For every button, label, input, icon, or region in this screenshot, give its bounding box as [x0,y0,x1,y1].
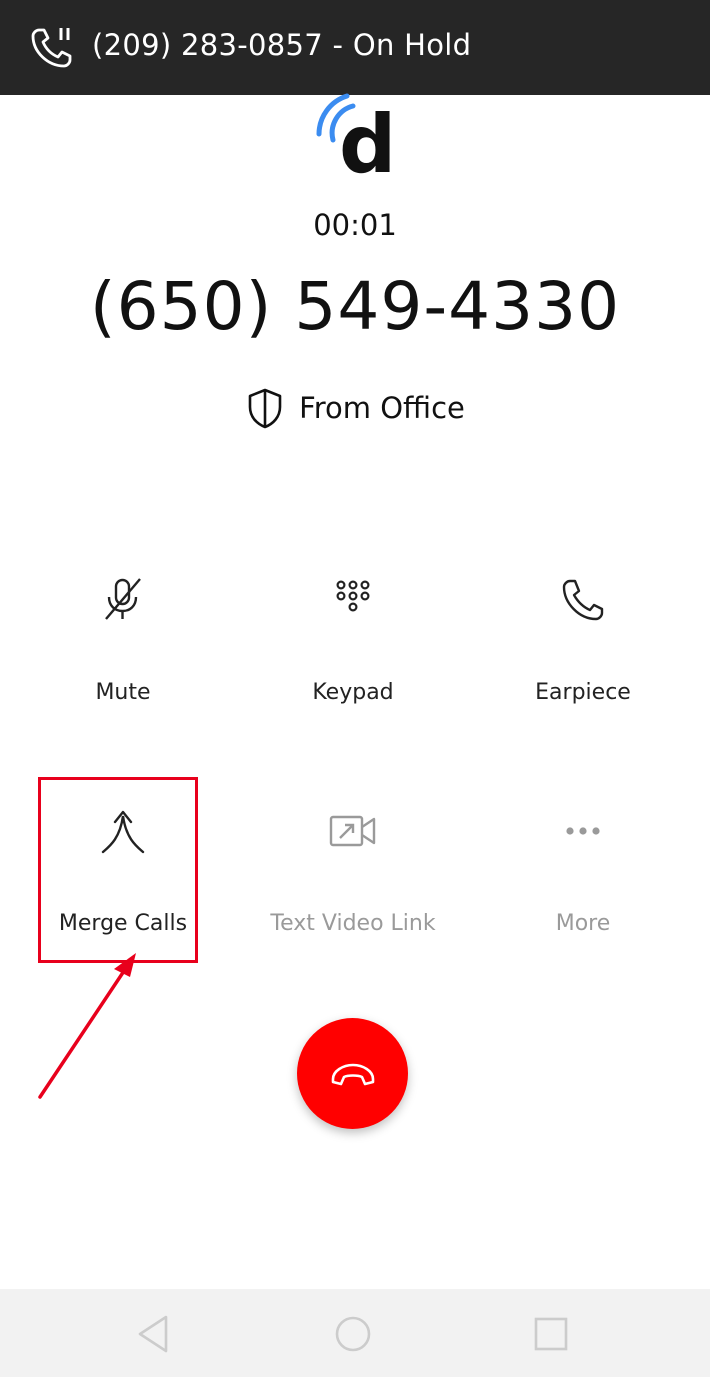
mute-button[interactable]: Mute [8,575,238,715]
shield-icon [248,388,282,429]
end-call-button[interactable] [297,1018,408,1129]
more-icon [566,827,600,835]
recents-icon[interactable] [526,1309,576,1359]
caller-number: (650) 549-4330 [89,268,621,345]
video-link-icon [329,815,376,847]
keypad-button[interactable]: Keypad [238,575,468,715]
source-label: From Office [299,391,465,425]
keypad-label: Keypad [312,680,394,705]
call-timer: 00:01 [313,208,397,242]
phone-hold-icon [31,28,72,68]
earpiece-button[interactable]: Earpiece [468,575,698,715]
keypad-icon [336,580,370,612]
text-video-link-button[interactable]: Text Video Link [238,806,468,946]
on-hold-banner[interactable]: (209) 283-0857 - On Hold [0,0,710,95]
more-label: More [555,911,611,936]
mute-label: Mute [95,680,151,705]
text-video-link-label: Text Video Link [270,911,436,936]
back-icon[interactable] [128,1309,178,1359]
annotation-arrow-icon [38,953,136,1099]
logo-letter: d [339,98,396,180]
earpiece-label: Earpiece [535,680,631,705]
home-icon[interactable] [328,1309,378,1359]
hang-up-icon [331,1063,374,1085]
system-nav-bar [0,1289,710,1377]
on-hold-text: (209) 283-0857 - On Hold [92,28,472,62]
merge-calls-highlight [38,777,198,963]
dialpad-logo: d [316,93,396,180]
more-button[interactable]: More [468,806,698,946]
phone-icon [562,579,604,621]
caller-source: From Office [0,387,710,429]
mic-off-icon [105,578,141,620]
